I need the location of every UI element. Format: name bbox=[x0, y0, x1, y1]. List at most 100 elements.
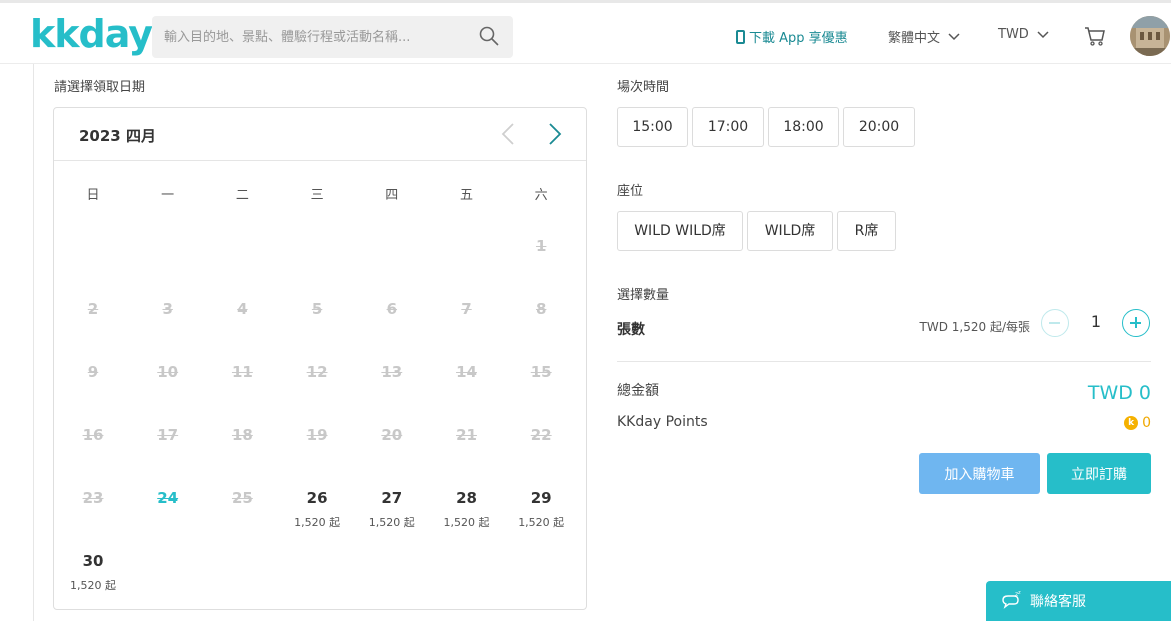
download-app-link[interactable]: 下載 App 享優惠 bbox=[736, 27, 848, 46]
seat-option-wild-wild[interactable]: WILD WILD席 bbox=[617, 211, 743, 251]
calendar-day-number: 10 bbox=[157, 363, 179, 381]
calendar-day: 18 bbox=[207, 425, 277, 475]
date-calendar: 2023 四月 日一二三四五六 1 2 3 4 5 6 7 8 9 10 11 12 13 14 15 16 1… bbox=[53, 107, 587, 610]
calendar-day-number: 24 bbox=[157, 489, 179, 507]
calendar-day-number: 26 bbox=[306, 489, 328, 507]
cart-icon[interactable] bbox=[1084, 25, 1106, 47]
calendar-day[interactable]: 28 1,520 起 bbox=[432, 488, 502, 538]
calendar-day: 23 bbox=[58, 488, 128, 538]
calendar-day: 21 bbox=[432, 425, 502, 475]
calendar-day-number: 15 bbox=[530, 363, 552, 381]
calendar-day-number: 7 bbox=[461, 300, 472, 318]
calendar-day: 19 bbox=[282, 425, 352, 475]
ticket-count-label: 張數 bbox=[617, 322, 645, 338]
search-input[interactable] bbox=[164, 16, 464, 58]
quantity-label: 選擇數量 bbox=[617, 288, 670, 303]
calendar-day: 17 bbox=[133, 425, 203, 475]
calendar-day: 9 bbox=[58, 362, 128, 412]
chevron-right-icon[interactable] bbox=[548, 122, 562, 146]
calendar-day-number: 16 bbox=[82, 426, 104, 444]
chevron-down-icon bbox=[948, 32, 960, 40]
quantity-minus-button[interactable] bbox=[1041, 309, 1069, 337]
chat-icon: z z bbox=[1002, 591, 1021, 609]
calendar-day-number: 22 bbox=[530, 426, 552, 444]
session-option-1700[interactable]: 17:00 bbox=[692, 107, 764, 147]
session-option-2000[interactable]: 20:00 bbox=[843, 107, 915, 147]
quantity-value: 1 bbox=[1090, 312, 1102, 331]
calendar-day-number: 30 bbox=[82, 552, 104, 570]
calendar-day-number: 23 bbox=[82, 489, 104, 507]
calendar-day-number: 9 bbox=[87, 363, 99, 381]
top-header: kkday 下載 App 享優惠 繁體中文 TWD bbox=[0, 0, 1171, 64]
total-amount: TWD 0 bbox=[1087, 382, 1151, 404]
calendar-day-price: 1,520 起 bbox=[368, 516, 415, 529]
calendar-day[interactable]: 30 1,520 起 bbox=[58, 551, 128, 601]
weekday-label: 一 bbox=[161, 188, 175, 203]
calendar-day: 6 bbox=[357, 299, 427, 349]
kkday-coin-icon: k bbox=[1124, 416, 1139, 430]
svg-text:z: z bbox=[1018, 591, 1021, 596]
calendar-day-price: 1,520 起 bbox=[443, 516, 490, 529]
calendar-day[interactable]: 27 1,520 起 bbox=[357, 488, 427, 538]
calendar-day-number: 21 bbox=[456, 426, 477, 444]
calendar-day-number: 4 bbox=[237, 300, 248, 318]
quantity-plus-button[interactable] bbox=[1122, 309, 1150, 337]
calendar-day: 8 bbox=[506, 299, 576, 349]
calendar-day: 2 bbox=[58, 299, 128, 349]
calendar-day-price: 1,520 起 bbox=[294, 516, 341, 529]
total-label: 總金額 bbox=[617, 383, 659, 399]
calendar-day: 13 bbox=[357, 362, 427, 412]
calendar-day: 11 bbox=[207, 362, 277, 412]
weekday-label: 三 bbox=[310, 188, 324, 203]
add-to-cart-button[interactable]: 加入購物車 bbox=[919, 453, 1040, 494]
calendar-day-number: 29 bbox=[530, 489, 552, 507]
weekday-label: 五 bbox=[459, 188, 473, 203]
calendar-day-price: 1,520 起 bbox=[518, 516, 565, 529]
weekday-label: 六 bbox=[534, 188, 548, 203]
seat-option-r[interactable]: R席 bbox=[837, 211, 896, 251]
session-option-1800[interactable]: 18:00 bbox=[768, 107, 839, 147]
calendar-day-number: 1 bbox=[535, 237, 547, 255]
book-now-button[interactable]: 立即訂購 bbox=[1047, 453, 1151, 494]
calendar-day-number: 25 bbox=[231, 489, 253, 507]
contact-support-button[interactable]: z z 聯絡客服 bbox=[986, 581, 1171, 621]
calendar-day: 1 bbox=[506, 236, 576, 286]
chevron-down-icon bbox=[1037, 30, 1049, 38]
seat-label: 座位 bbox=[617, 184, 644, 199]
divider bbox=[617, 361, 1151, 362]
session-option-1500[interactable]: 15:00 bbox=[617, 107, 688, 147]
calendar-day-number: 3 bbox=[162, 300, 173, 318]
weekday-label: 日 bbox=[86, 188, 100, 203]
calendar-day: 16 bbox=[58, 425, 128, 475]
search-icon[interactable] bbox=[479, 26, 499, 46]
calendar-month-title: 2023 四月 bbox=[79, 127, 156, 145]
calendar-day: 3 bbox=[133, 299, 203, 349]
calendar-day-number: 12 bbox=[306, 363, 328, 381]
calendar-day: 22 bbox=[506, 425, 576, 475]
calendar-day-number: 14 bbox=[456, 363, 477, 381]
download-app-label: 下載 App 享優惠 bbox=[749, 31, 848, 46]
calendar-day: 12 bbox=[282, 362, 352, 412]
calendar-day-number: 6 bbox=[386, 300, 398, 318]
kkday-logo[interactable]: kkday bbox=[30, 12, 153, 56]
calendar-day-number: 13 bbox=[381, 363, 403, 381]
user-avatar[interactable] bbox=[1130, 16, 1170, 56]
calendar-day[interactable]: 26 1,520 起 bbox=[282, 488, 352, 538]
phone-icon bbox=[736, 29, 745, 44]
language-selector[interactable]: 繁體中文 bbox=[888, 27, 960, 46]
points-label: KKday Points bbox=[617, 414, 708, 430]
calendar-day-number: 27 bbox=[381, 489, 403, 507]
calendar-day-number: 28 bbox=[456, 489, 477, 507]
calendar-day: 7 bbox=[432, 299, 502, 349]
chevron-left-icon[interactable] bbox=[501, 122, 515, 146]
calendar-day-number: 5 bbox=[311, 300, 323, 318]
calendar-day-number: 2 bbox=[87, 300, 99, 318]
calendar-day-number: 19 bbox=[306, 426, 328, 444]
search-box[interactable] bbox=[152, 16, 513, 58]
calendar-day: 25 bbox=[207, 488, 277, 538]
currency-selector[interactable]: TWD bbox=[998, 27, 1049, 42]
calendar-day: 15 bbox=[506, 362, 576, 412]
seat-option-wild[interactable]: WILD席 bbox=[747, 211, 833, 251]
calendar-day: 20 bbox=[357, 425, 427, 475]
calendar-day[interactable]: 29 1,520 起 bbox=[506, 488, 576, 538]
